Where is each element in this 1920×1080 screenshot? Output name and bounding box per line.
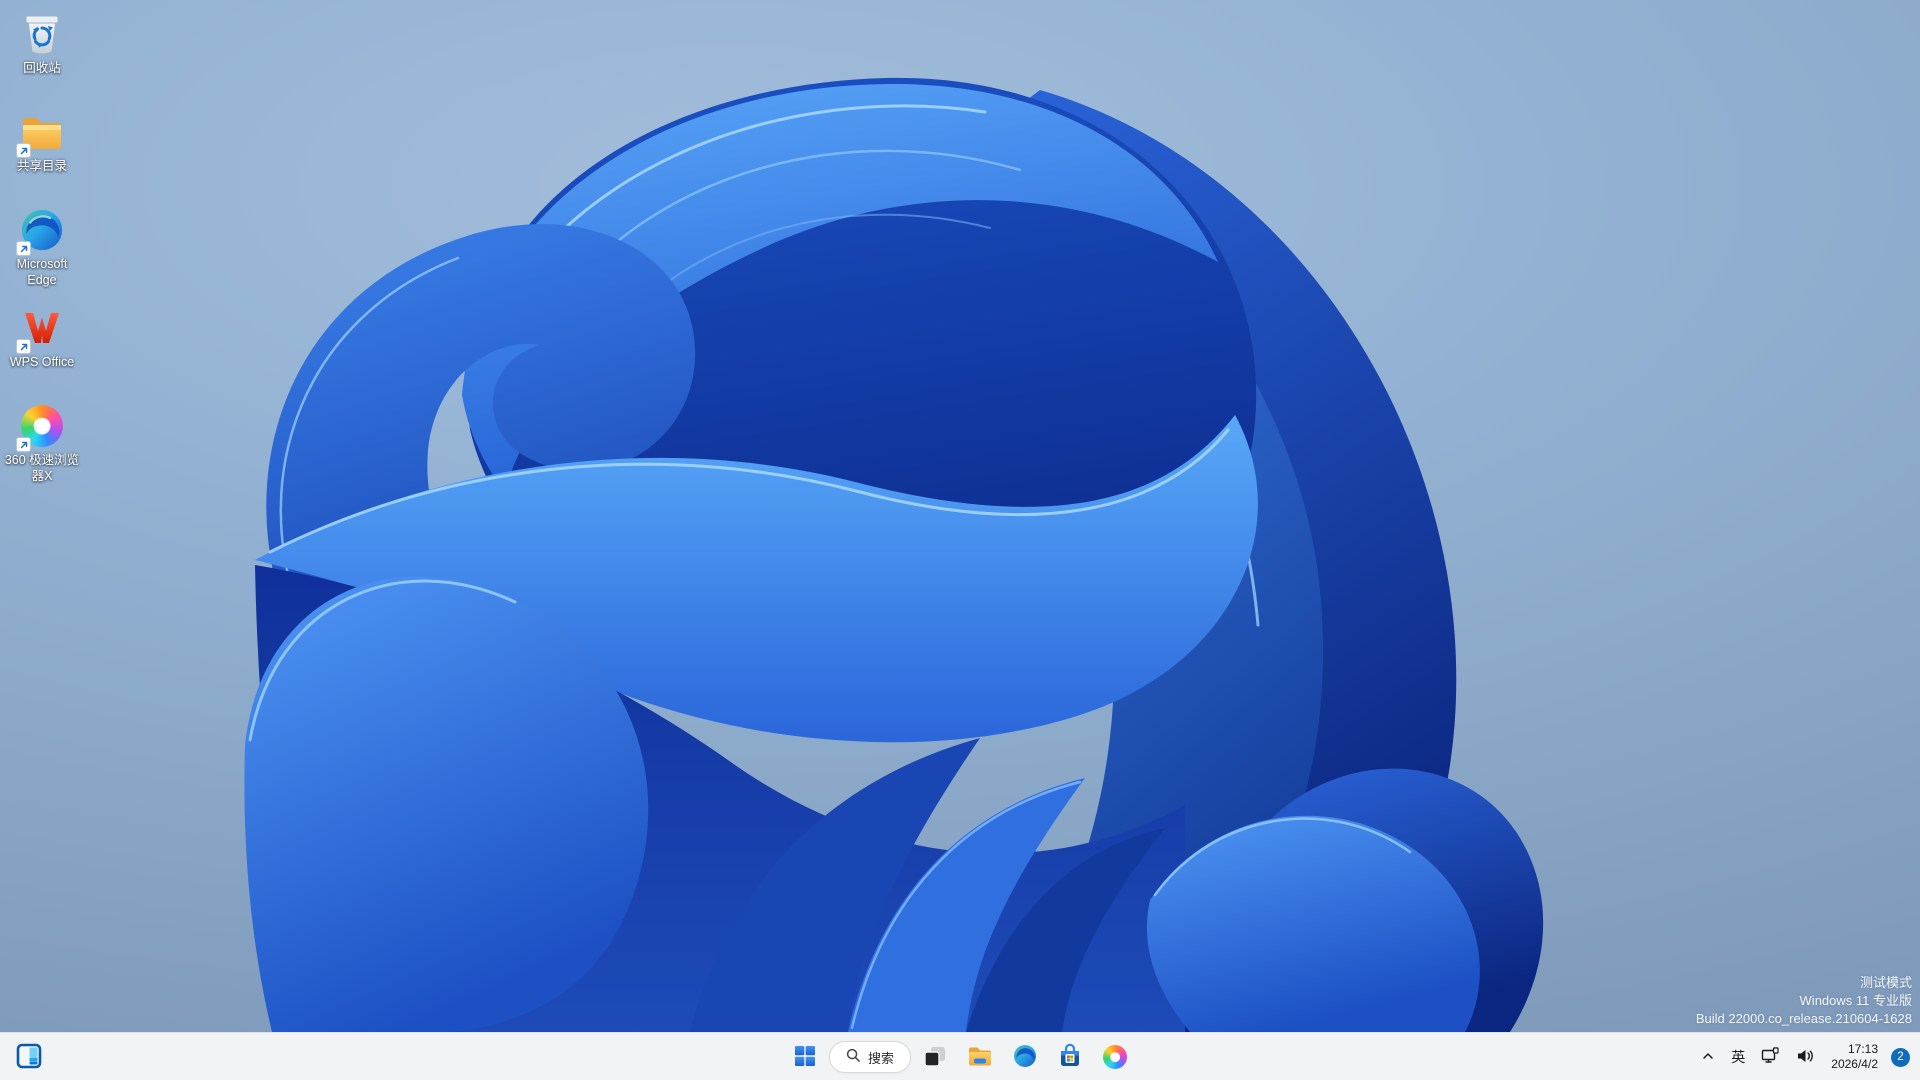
desktop-icon-list: 回收站 共享目录 Microsoft Edge WPS Office 360 极… bbox=[0, 10, 84, 500]
taskbar: 搜索 英 17:13 2026/4/2 2 bbox=[0, 1032, 1920, 1080]
360-browser-button[interactable] bbox=[1095, 1037, 1135, 1077]
notification-count: 2 bbox=[1897, 1051, 1904, 1063]
wps-office-icon bbox=[16, 304, 66, 354]
watermark-line-test-mode: 测试模式 bbox=[1859, 975, 1912, 990]
shortcut-arrow-icon bbox=[16, 241, 31, 256]
desktop-icon-label: 360 极速浏览器X bbox=[4, 453, 80, 483]
volume-button[interactable] bbox=[1789, 1039, 1821, 1075]
start-button[interactable] bbox=[785, 1037, 825, 1077]
folder-icon bbox=[16, 108, 66, 158]
task-view-button[interactable] bbox=[915, 1037, 955, 1077]
network-button[interactable] bbox=[1754, 1039, 1787, 1075]
build-watermark: 测试模式 Windows 11 专业版 Build 22000.co_relea… bbox=[1696, 974, 1912, 1028]
file-explorer-icon bbox=[967, 1043, 993, 1072]
shortcut-arrow-icon bbox=[16, 437, 31, 452]
desktop-icon-360-browser[interactable]: 360 极速浏览器X bbox=[0, 402, 84, 486]
watermark-line-edition: Windows 11 专业版 bbox=[1799, 993, 1912, 1008]
desktop[interactable]: 回收站 共享目录 Microsoft Edge WPS Office 360 极… bbox=[0, 0, 1920, 1032]
task-view-icon bbox=[923, 1044, 947, 1071]
ime-mode-button[interactable]: 英 bbox=[1724, 1039, 1752, 1075]
desktop-icon-shared-folder[interactable]: 共享目录 bbox=[0, 108, 84, 192]
file-explorer-button[interactable] bbox=[959, 1037, 1001, 1077]
shortcut-arrow-icon bbox=[16, 339, 31, 354]
desktop-icon-microsoft-edge[interactable]: Microsoft Edge bbox=[0, 206, 84, 290]
desktop-icon-wps-office[interactable]: WPS Office bbox=[0, 304, 84, 388]
360-browser-icon bbox=[1103, 1045, 1128, 1069]
desktop-icon-label: WPS Office bbox=[9, 355, 75, 369]
widgets-icon bbox=[16, 1043, 42, 1072]
shortcut-arrow-icon bbox=[16, 143, 31, 158]
clock-date: 2026/4/2 bbox=[1831, 1057, 1878, 1071]
taskbar-search[interactable]: 搜索 bbox=[828, 1041, 912, 1073]
desktop-icon-label: 共享目录 bbox=[16, 159, 67, 173]
clock[interactable]: 17:13 2026/4/2 bbox=[1823, 1039, 1886, 1075]
desktop-icon-recycle-bin[interactable]: 回收站 bbox=[0, 10, 84, 94]
microsoft-store-icon bbox=[1057, 1043, 1083, 1072]
widgets-button[interactable] bbox=[8, 1037, 50, 1077]
notification-count-badge[interactable]: 2 bbox=[1891, 1047, 1910, 1067]
microsoft-store-button[interactable] bbox=[1049, 1037, 1091, 1077]
hidden-icons-button[interactable] bbox=[1694, 1039, 1722, 1075]
wallpaper-bloom bbox=[244, 77, 1544, 1032]
edge-icon bbox=[16, 206, 66, 256]
edge-icon bbox=[1013, 1044, 1037, 1071]
clock-time: 17:13 bbox=[1847, 1042, 1878, 1056]
desktop-icon-label: Microsoft Edge bbox=[16, 257, 68, 287]
network-ethernet-icon bbox=[1761, 1047, 1780, 1067]
edge-button[interactable] bbox=[1005, 1037, 1045, 1077]
desktop-icon-label: 回收站 bbox=[23, 61, 61, 75]
chevron-up-icon bbox=[1701, 1049, 1715, 1066]
recycle-bin-icon bbox=[18, 10, 66, 58]
watermark-line-build: Build 22000.co_release.210604-1628 bbox=[1695, 1011, 1912, 1026]
search-icon bbox=[846, 1048, 861, 1066]
360-browser-icon bbox=[16, 402, 66, 452]
search-label: 搜索 bbox=[867, 1050, 895, 1066]
windows-start-icon bbox=[793, 1044, 817, 1071]
ime-mode-label: 英 bbox=[1731, 1049, 1746, 1065]
volume-icon bbox=[1796, 1048, 1814, 1067]
